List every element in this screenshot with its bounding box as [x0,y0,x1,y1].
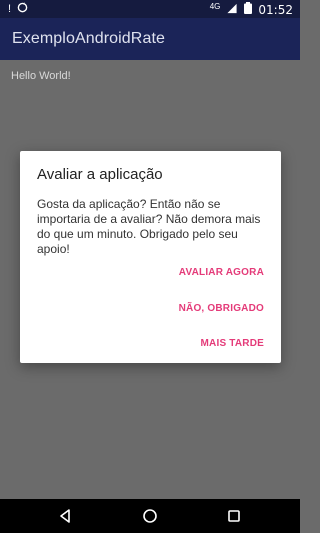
home-icon[interactable] [142,508,158,524]
hello-text: Hello World! [11,70,71,82]
status-bar: ! 4G 01:52 [0,0,300,18]
rate-now-button[interactable]: AVALIAR AGORA [179,267,264,278]
app-title: ExemploAndroidRate [12,30,165,47]
network-type: 4G [209,2,221,11]
sync-icon [17,2,28,16]
navigation-bar [0,499,300,533]
app-bar: ExemploAndroidRate [0,18,300,60]
no-thanks-button[interactable]: NÃO, OBRIGADO [179,303,264,314]
dialog-message: Gosta da aplicação? Então não se importa… [37,197,261,256]
status-bar-left: ! [8,2,28,16]
battery-icon [244,2,253,17]
rate-dialog: Avaliar a aplicação Gosta da aplicação? … [20,151,281,363]
signal-icon [226,3,238,17]
dialog-title: Avaliar a aplicação [37,166,163,183]
status-bar-right: 4G 01:52 [210,2,293,17]
notification-icon: ! [8,3,12,15]
status-time: 01:52 [258,2,293,17]
recent-apps-icon[interactable] [226,508,242,524]
back-icon[interactable] [57,508,73,524]
later-button[interactable]: MAIS TARDE [201,338,264,349]
